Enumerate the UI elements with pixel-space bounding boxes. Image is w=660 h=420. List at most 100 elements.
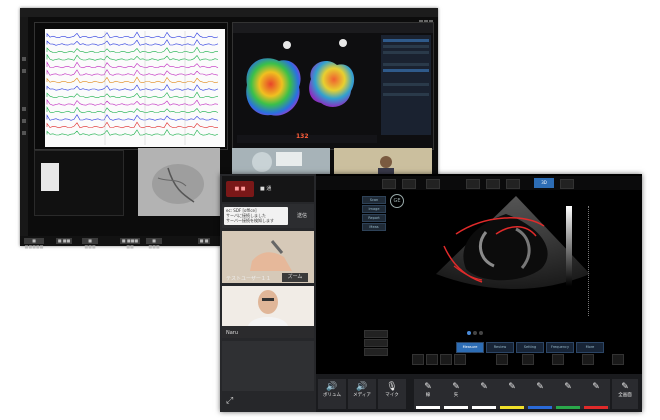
ecg-waveforms — [46, 31, 219, 145]
tool-icon[interactable] — [522, 354, 534, 365]
pen-icon: ✎ — [621, 382, 629, 392]
pen-color-swatch — [500, 406, 524, 409]
media-label: メディア — [353, 393, 371, 398]
ecg-trace — [46, 69, 219, 76]
tool-icon[interactable] — [412, 354, 424, 365]
call-status-label: ■ 通 — [260, 186, 272, 192]
side-button[interactable] — [364, 348, 388, 356]
tab-measure[interactable]: Measure — [456, 342, 484, 353]
toolbar-dot-icon[interactable] — [22, 119, 26, 123]
background-title-bar — [20, 8, 438, 24]
pen-icon: ✎ — [424, 382, 432, 392]
pen-icon: ✎ — [480, 382, 488, 392]
probe-icon[interactable] — [382, 179, 396, 189]
status-button[interactable]: ■ ■■■ — [146, 238, 162, 249]
status-button[interactable]: ■ ■■■ ■■ — [120, 238, 140, 249]
volume-label: ボリュム — [323, 393, 341, 398]
status-button[interactable]: ■ ■■■■■ — [24, 238, 44, 249]
pen-icon: ✎ — [564, 382, 572, 392]
page-dot[interactable] — [479, 331, 483, 335]
participant-video-tile[interactable]: テストユーザー１１ ズーム — [222, 231, 314, 283]
pen-tool-button[interactable]: ✎ 線 — [414, 379, 442, 409]
toolbar-dot-icon[interactable] — [22, 107, 26, 111]
status-button[interactable]: ■ ■■■ — [82, 238, 98, 249]
tool-icon[interactable] — [552, 354, 564, 365]
tab-setting[interactable]: Setting — [516, 342, 544, 353]
tool-icon[interactable] — [426, 354, 438, 365]
pen-tool-button[interactable]: ✎ 矢 — [442, 379, 470, 409]
mic-button[interactable]: 🎙 マイク — [378, 379, 406, 409]
ecg-recording-panel — [34, 22, 228, 150]
ecg-trace — [46, 91, 219, 99]
participant-sidebar: ■ ■ ■ 通 ec: SDF [office] サーバに接続しました サーバー… — [220, 174, 316, 412]
grayscale-bar — [566, 206, 572, 286]
pen-tool-button[interactable]: ✎ — [526, 379, 554, 409]
document-thumbnail[interactable] — [41, 163, 59, 191]
participant-video-tile[interactable]: Naru — [222, 286, 314, 338]
fullscreen-button[interactable]: ✎ 全画面 — [612, 379, 638, 409]
status-button[interactable]: ■ ■■ — [56, 238, 72, 244]
status-button[interactable]: ■ ■ — [198, 238, 210, 244]
side-menu-item[interactable]: Report — [362, 214, 386, 222]
pen-color-swatch — [472, 406, 496, 409]
pen-icon: ✎ — [592, 382, 600, 392]
heart-map-render — [233, 23, 433, 143]
electroanatomic-map-panel: 132 — [232, 22, 434, 150]
tool-icon[interactable] — [440, 354, 452, 365]
page-dot[interactable] — [473, 331, 477, 335]
tool-icon[interactable] — [454, 354, 466, 365]
toolbar-dot-icon[interactable] — [22, 131, 26, 135]
pen-color-swatch — [584, 406, 608, 409]
tool-icon[interactable] — [496, 354, 508, 365]
toolbar-dot-icon[interactable] — [22, 69, 26, 73]
pen-label: 線 — [425, 393, 431, 398]
fluoroscopy-image — [138, 148, 220, 216]
window-controls[interactable] — [418, 9, 434, 24]
empty-video-tile[interactable] — [222, 341, 314, 391]
end-call-button[interactable]: ■ ■ — [226, 181, 254, 197]
ecg-trace — [46, 106, 219, 114]
depth-scale — [588, 206, 591, 316]
preset-icon[interactable] — [402, 179, 416, 189]
participant-video-feed — [222, 286, 314, 326]
side-button[interactable] — [364, 339, 388, 347]
expand-icon[interactable]: ⤢ — [226, 396, 236, 406]
document-viewer-panel — [34, 150, 124, 216]
side-menu-item[interactable]: Scan — [362, 196, 386, 204]
ecg-trace — [46, 76, 219, 84]
tab-review[interactable]: Review — [486, 342, 514, 353]
pen-tool-button[interactable]: ✎ — [470, 379, 498, 409]
pen-icon: ✎ — [452, 382, 460, 392]
tool-icon[interactable] — [612, 354, 624, 365]
zoom-button[interactable]: ズーム — [282, 273, 308, 282]
tab-more[interactable]: More — [576, 342, 604, 353]
side-button[interactable] — [364, 330, 388, 338]
ecg-trace-area — [45, 29, 225, 147]
ultrasound-viewer[interactable]: 3D Scan Image Report Meas GE Measure Rev… — [316, 174, 642, 374]
bottom-toolbar: 🔊 ボリュム 🔊 メディア 🎙 マイク ✎ 全画面 ✎ 線 ✎ 矢 ✎ ✎ ✎ ✎ ✎ — [316, 374, 642, 412]
ultrasound-side-buttons — [364, 330, 388, 360]
ecg-trace — [46, 121, 219, 129]
pen-tool-button[interactable]: ✎ — [582, 379, 610, 409]
toolbar-dot-icon[interactable] — [22, 57, 26, 61]
ultrasound-tab-bar: Measure Review Setting Frequency More — [456, 342, 636, 353]
chat-send-button[interactable]: 送信 — [292, 210, 312, 222]
freeze-icon[interactable] — [486, 179, 500, 189]
cine-icon[interactable] — [466, 179, 480, 189]
ecg-trace — [46, 46, 219, 54]
pen-tool-button[interactable]: ✎ — [498, 379, 526, 409]
save-icon[interactable] — [506, 179, 520, 189]
media-volume-button[interactable]: 🔊 メディア — [348, 379, 376, 409]
tool-icon[interactable] — [582, 354, 594, 365]
pen-tool-button[interactable]: ✎ — [554, 379, 582, 409]
page-dot[interactable] — [467, 331, 471, 335]
volume-button[interactable]: 🔊 ボリュム — [318, 379, 346, 409]
settings-icon[interactable] — [560, 179, 574, 189]
participant-name: テストユーザー１１ — [226, 276, 271, 282]
side-menu-item[interactable]: Image — [362, 205, 386, 213]
ultrasound-top-bar: 3D — [316, 176, 642, 190]
patient-icon[interactable] — [426, 179, 440, 189]
side-menu-item[interactable]: Meas — [362, 223, 386, 231]
tab-frequency[interactable]: Frequency — [546, 342, 574, 353]
mode-3d-button[interactable]: 3D — [534, 178, 554, 188]
